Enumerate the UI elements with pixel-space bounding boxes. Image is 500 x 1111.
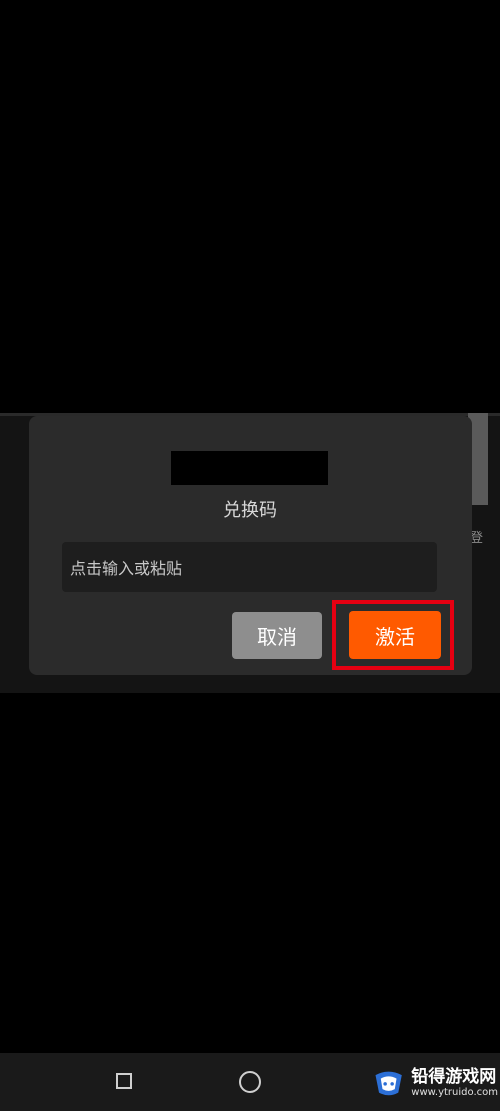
watermark-url: www.ytruido.com <box>411 1086 498 1098</box>
circle-icon[interactable] <box>239 1071 261 1093</box>
redeem-code-input[interactable]: 点击输入或粘贴 <box>62 542 437 592</box>
redacted-block <box>171 451 328 485</box>
dialog-title: 兑换码 <box>223 500 277 521</box>
input-placeholder: 点击输入或粘贴 <box>70 559 183 578</box>
square-icon[interactable] <box>116 1073 132 1089</box>
watermark: 铅得游戏网 www.ytruido.com <box>372 1058 498 1108</box>
activate-button[interactable]: 激活 <box>349 611 441 659</box>
watermark-logo-icon <box>375 1071 402 1096</box>
cancel-button[interactable]: 取消 <box>232 612 322 659</box>
watermark-name: 铅得游戏网 <box>411 1067 497 1088</box>
